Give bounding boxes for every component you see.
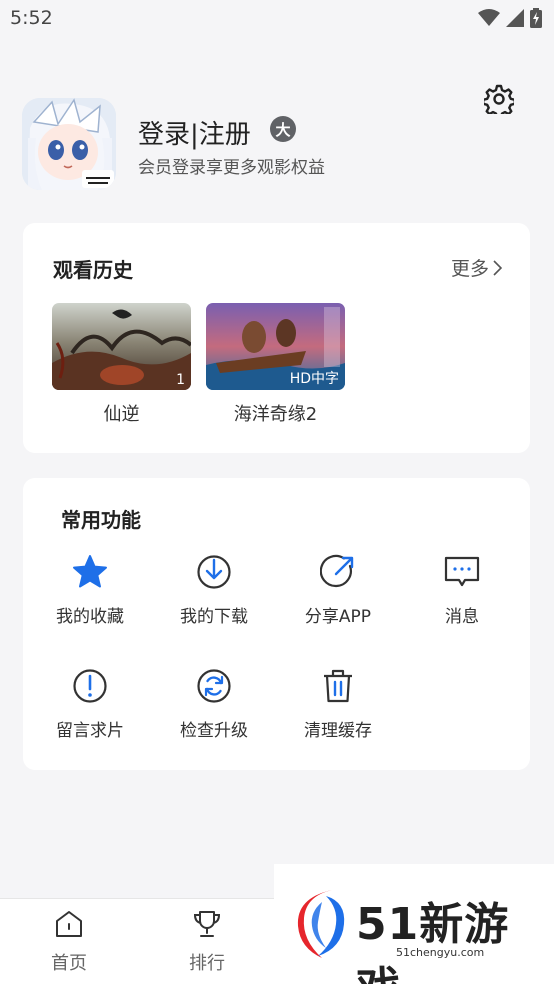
clear-cache-label: 清理缓存 [304,721,372,741]
watermark-logo-icon [297,890,345,958]
avatar[interactable] [22,98,116,190]
chevron-right-icon [493,259,502,276]
profile-section[interactable]: 登录|注册 大 会员登录享更多观影权益 [22,98,462,192]
trash-icon [324,669,352,703]
messages-label: 消息 [445,607,479,627]
status-icons [478,8,542,28]
nav-ranking[interactable]: 排行 [167,909,247,975]
common-features-card: 常用功能 我的收藏 我的下载 分享APP 消息 留言求片 检查升级 清理缓存 [23,478,530,770]
gear-icon [484,84,514,114]
request-movie-label: 留言求片 [56,721,124,741]
request-movie-button[interactable]: 留言求片 [35,666,145,741]
history-thumbnail: HD中字 [206,303,345,390]
history-item[interactable]: 1 仙逆 [52,303,191,426]
home-icon [56,911,82,937]
share-icon [320,554,354,588]
favorites-label: 我的收藏 [56,607,124,627]
common-features-title: 常用功能 [61,508,141,532]
nav-home[interactable]: 首页 [29,909,109,975]
trophy-icon [193,911,221,937]
history-item-badge: 1 [176,372,185,388]
avatar-image [22,98,116,190]
login-subtitle: 会员登录享更多观影权益 [138,158,325,178]
downloads-button[interactable]: 我的下载 [159,552,269,627]
downloads-label: 我的下载 [180,607,248,627]
star-icon [73,555,107,588]
wifi-icon [478,9,500,26]
history-item-title: 海洋奇缘2 [233,404,318,425]
nav-home-label: 首页 [51,953,87,974]
check-update-label: 检查升级 [180,721,248,741]
exclamation-icon [73,669,107,703]
clear-cache-button[interactable]: 清理缓存 [283,666,393,741]
vip-badge: 大 [270,116,296,142]
history-item-title: 仙逆 [103,404,140,425]
login-register-link[interactable]: 登录|注册 [138,114,251,151]
status-time: 5:52 [10,7,53,29]
status-bar: 5:52 [0,0,554,40]
settings-button[interactable] [480,80,518,118]
watch-history-card: 观看历史 更多 1 仙逆 HD中字 海洋奇缘2 [23,223,530,453]
watermark-url: 51chengyu.com [396,946,485,959]
history-more-label: 更多 [450,258,489,280]
battery-charging-icon [530,8,542,28]
refresh-icon [197,669,231,703]
messages-button[interactable]: 消息 [407,552,517,627]
nav-ranking-label: 排行 [189,953,225,974]
signal-icon [506,9,524,27]
watermark-brand: 51新游戏 [356,899,510,984]
message-icon [444,556,480,587]
history-item-badge: HD中字 [289,371,339,387]
watch-history-title: 观看历史 [53,258,133,282]
download-icon [197,555,231,589]
history-more-link[interactable]: 更多 [451,254,502,281]
favorites-button[interactable]: 我的收藏 [35,552,145,627]
share-app-button[interactable]: 分享APP [283,552,393,627]
check-update-button[interactable]: 检查升级 [159,666,269,741]
watermark: 51新游戏 51chengyu.com [274,864,554,984]
share-app-label: 分享APP [304,607,372,627]
history-item[interactable]: HD中字 海洋奇缘2 [206,303,345,426]
history-thumbnail: 1 [52,303,191,390]
